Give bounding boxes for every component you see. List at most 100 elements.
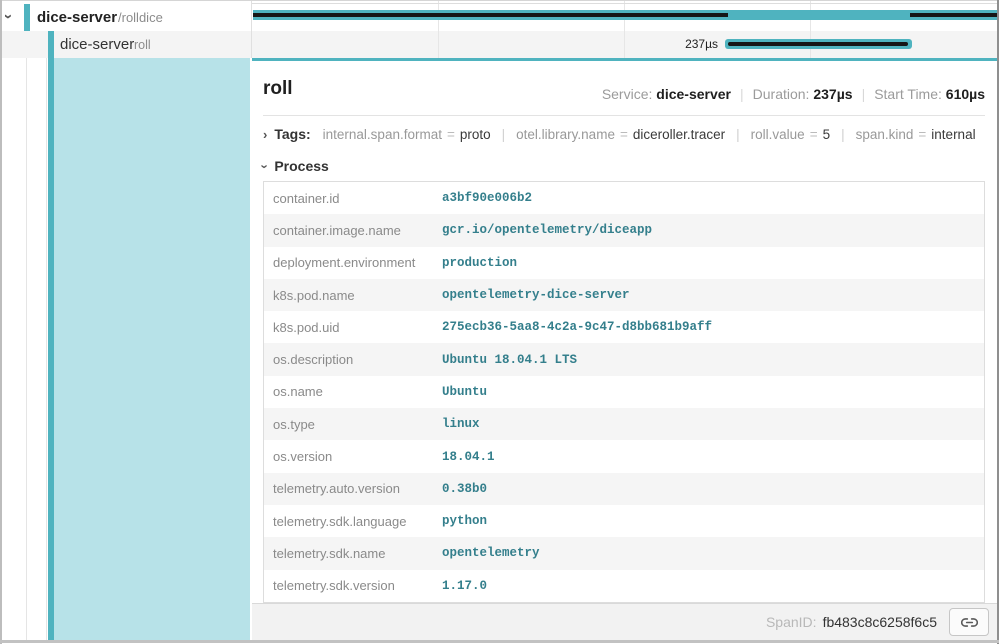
service-value: dice-server: [656, 86, 731, 102]
process-value: 0.38b0: [442, 482, 487, 496]
table-row: telemetry.auto.version 0.38b0: [264, 473, 984, 505]
indent-guide: [46, 58, 47, 640]
process-value: opentelemetry: [442, 546, 540, 560]
process-key: telemetry.auto.version: [264, 481, 442, 496]
tag-equals: =: [620, 127, 628, 142]
process-value: Ubuntu 18.04.1 LTS: [442, 353, 577, 367]
process-key: container.image.name: [264, 223, 442, 238]
table-row: telemetry.sdk.language python: [264, 505, 984, 537]
timeline-left-boundary: [251, 0, 252, 58]
tag-key: internal.span.format: [323, 127, 442, 142]
tag-value: proto: [460, 127, 491, 142]
service-color-block: [24, 4, 30, 31]
span-id-label: SpanID:: [766, 614, 817, 630]
timeline-gridline: [810, 0, 811, 58]
table-row: os.type linux: [264, 408, 984, 440]
process-value: gcr.io/opentelemetry/diceapp: [442, 223, 652, 237]
table-row: telemetry.sdk.name opentelemetry: [264, 537, 984, 569]
span-bar-child-marker: [910, 13, 997, 17]
service-color-block: [48, 31, 54, 58]
process-value: Ubuntu: [442, 385, 487, 399]
process-key: telemetry.sdk.name: [264, 546, 442, 561]
meta-separator: |: [731, 86, 753, 102]
table-row: telemetry.sdk.version 1.17.0: [264, 570, 984, 602]
span-detail-title: roll: [263, 78, 293, 100]
tags-summary: internal.span.format = proto | otel.libr…: [323, 127, 976, 142]
span-detail-footer: SpanID: fb483c8c6258f6c5: [252, 603, 997, 640]
process-key: os.description: [264, 352, 442, 367]
tag-separator: |: [841, 127, 845, 142]
process-value: 275ecb36-5aa8-4c2a-9c47-d8bb681b9aff: [442, 320, 712, 334]
process-key: telemetry.sdk.language: [264, 514, 442, 529]
start-time-value: 610µs: [946, 86, 985, 102]
table-row: deployment.environment production: [264, 247, 984, 279]
tag-separator: |: [736, 127, 740, 142]
link-icon: [961, 614, 978, 631]
process-value: 18.04.1: [442, 450, 495, 464]
process-key: k8s.pod.uid: [264, 320, 442, 335]
tag-equals: =: [447, 127, 455, 142]
process-value: python: [442, 514, 487, 528]
tag-value: internal: [931, 127, 975, 142]
service-label: Service:: [602, 86, 653, 102]
table-row: os.name Ubuntu: [264, 376, 984, 408]
duration-label: Duration:: [753, 86, 810, 102]
duration-value: 237µs: [813, 86, 852, 102]
tag-key: otel.library.name: [516, 127, 615, 142]
tag-equals: =: [810, 127, 818, 142]
tag-item: otel.library.name = diceroller.tracer |: [516, 127, 751, 142]
process-value: 1.17.0: [442, 579, 487, 593]
process-key: container.id: [264, 191, 442, 206]
process-section-toggle[interactable]: › Process: [263, 155, 329, 177]
process-key: os.version: [264, 449, 442, 464]
span-service-name[interactable]: dice-server: [60, 36, 134, 53]
selected-span-color-stripe: [48, 58, 54, 640]
jaeger-trace-detail-view: › dice-server /rolldice dice-server roll…: [0, 0, 999, 644]
collapse-chevron-icon[interactable]: ›: [1, 14, 16, 19]
window-border: [0, 0, 999, 1]
table-row: os.description Ubuntu 18.04.1 LTS: [264, 343, 984, 375]
span-service-name[interactable]: dice-server: [37, 9, 117, 26]
process-value: production: [442, 256, 517, 270]
start-time-label: Start Time:: [874, 86, 942, 102]
process-key: telemetry.sdk.version: [264, 578, 442, 593]
span-duration-label: 237µs: [638, 37, 718, 51]
span-operation-name: /rolldice: [118, 10, 163, 25]
chevron-right-icon: ›: [263, 128, 267, 141]
window-border: [0, 640, 999, 643]
table-row: container.image.name gcr.io/opentelemetr…: [264, 214, 984, 246]
span-detail-meta: Service: dice-server|Duration: 237µs|Sta…: [602, 86, 985, 102]
table-row: k8s.pod.name opentelemetry-dice-server: [264, 279, 984, 311]
process-value: opentelemetry-dice-server: [442, 288, 630, 302]
chevron-down-icon: ›: [259, 164, 272, 168]
tag-equals: =: [918, 127, 926, 142]
tag-separator: |: [502, 127, 506, 142]
selected-span-name-column[interactable]: [48, 58, 250, 640]
tags-section-toggle[interactable]: › Tags: internal.span.format = proto | o…: [263, 123, 976, 145]
process-key: deployment.environment: [264, 255, 442, 270]
window-border: [0, 0, 2, 644]
tag-key: roll.value: [751, 127, 805, 142]
timeline-gridline: [624, 0, 625, 58]
table-row: k8s.pod.uid 275ecb36-5aa8-4c2a-9c47-d8bb…: [264, 311, 984, 343]
timeline-ticks-ruler: [252, 3, 997, 4]
process-value: linux: [442, 417, 480, 431]
span-bar-rolldice[interactable]: [253, 10, 997, 20]
tag-key: span.kind: [856, 127, 914, 142]
timeline-gridline: [438, 0, 439, 58]
tags-section-label: Tags:: [274, 126, 310, 142]
tag-value: diceroller.tracer: [633, 127, 725, 142]
table-row: container.id a3bf90e006b2: [264, 182, 984, 214]
span-bar-roll[interactable]: [725, 39, 912, 49]
tag-item: span.kind = internal: [856, 127, 976, 142]
table-row: os.version 18.04.1: [264, 440, 984, 472]
process-table-body: container.id a3bf90e006b2 container.imag…: [263, 181, 985, 603]
process-value: a3bf90e006b2: [442, 191, 532, 205]
copy-span-link-button[interactable]: [949, 608, 989, 636]
span-bar-child-marker: [253, 13, 728, 17]
tag-value: 5: [823, 127, 831, 142]
header-divider: [263, 115, 985, 116]
tag-item: internal.span.format = proto |: [323, 127, 517, 142]
process-key: os.name: [264, 384, 442, 399]
process-section-label: Process: [274, 158, 328, 174]
